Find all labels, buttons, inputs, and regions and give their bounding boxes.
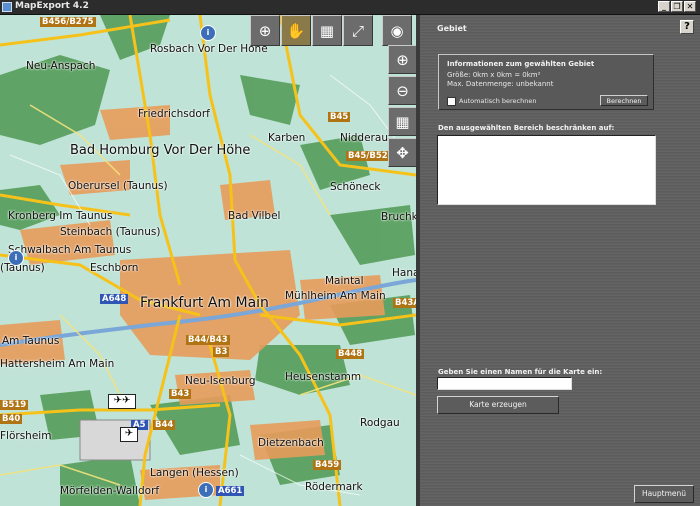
city-label: Dietzenbach bbox=[258, 437, 324, 449]
create-map-button[interactable]: Karte erzeugen bbox=[437, 396, 559, 414]
city-label: Schöneck bbox=[330, 181, 381, 193]
city-label: Rodgau bbox=[360, 417, 400, 429]
map-canvas bbox=[0, 15, 416, 506]
panel-title: Gebiet bbox=[437, 24, 467, 33]
city-label: Frankfurt Am Main bbox=[140, 295, 269, 311]
city-label: Steinbach (Taunus) bbox=[60, 226, 161, 238]
airport-icon: ✈✈ bbox=[108, 394, 136, 409]
minimize-button[interactable]: _ bbox=[658, 1, 670, 12]
map-toolbar: ⊕ ✋ ▦ ⤢ ◉ bbox=[250, 15, 413, 46]
city-label: Flörsheim bbox=[0, 430, 52, 442]
rotate-tool-icon[interactable]: ⤢ bbox=[343, 15, 373, 46]
window-controls: _ ❐ ✕ bbox=[658, 1, 696, 12]
road-label: B456/B275 bbox=[40, 17, 96, 27]
close-button[interactable]: ✕ bbox=[684, 1, 696, 12]
city-label: Nidderau bbox=[340, 132, 388, 144]
map-side-toolbar: ⊕ ⊖ ▦ ✥ bbox=[388, 45, 417, 169]
map-marker-icon[interactable]: i bbox=[198, 482, 214, 498]
road-label: B43 bbox=[169, 389, 192, 399]
select-area-tool-icon[interactable]: ▦ bbox=[312, 15, 342, 46]
map-view[interactable]: Rosbach Vor Der Höhe Neu-Anspach Friedri… bbox=[0, 15, 416, 506]
city-label: Neu-Isenburg bbox=[185, 375, 256, 387]
city-label: Friedrichsdorf bbox=[138, 108, 210, 120]
road-label: B40 bbox=[0, 414, 23, 424]
zoom-in-icon[interactable]: ⊕ bbox=[388, 45, 417, 74]
road-label: B459 bbox=[313, 460, 342, 470]
map-name-label: Geben Sie einen Namen für die Karte ein: bbox=[438, 368, 603, 376]
city-label: Schwalbach Am Taunus bbox=[8, 244, 132, 256]
city-label: Kronberg Im Taunus bbox=[8, 210, 113, 222]
road-label: B448 bbox=[336, 349, 365, 359]
main-menu-button[interactable]: Hauptmenü bbox=[634, 485, 694, 503]
overview-icon[interactable]: ✥ bbox=[388, 138, 417, 167]
city-label: Eschborn bbox=[90, 262, 139, 274]
restore-button[interactable]: ❐ bbox=[671, 1, 683, 12]
info-size: Größe: 0km x 0km = 0km² bbox=[447, 71, 541, 79]
road-label: B43A bbox=[393, 298, 416, 308]
city-label: Mühlheim Am Main bbox=[285, 290, 386, 302]
city-label: Karben bbox=[268, 132, 306, 144]
city-label: Am Taunus bbox=[2, 335, 60, 347]
help-button[interactable]: ? bbox=[680, 20, 694, 34]
info-data-amount: Max. Datenmenge: unbekannt bbox=[447, 80, 554, 88]
calculate-button[interactable]: Berechnen bbox=[600, 95, 648, 106]
city-label: Rödermark bbox=[305, 481, 363, 493]
map-marker-icon[interactable]: i bbox=[8, 250, 24, 266]
grid-icon[interactable]: ▦ bbox=[388, 107, 417, 136]
info-tool-icon[interactable]: ◉ bbox=[382, 15, 412, 46]
city-label: Mörfelden-Walldorf bbox=[60, 485, 160, 497]
city-label: Heusenstamm bbox=[285, 371, 362, 383]
area-panel: Gebiet ? Informationen zum gewählten Geb… bbox=[420, 15, 700, 506]
airport-icon: ✈ bbox=[120, 427, 138, 442]
city-label: Oberursel (Taunus) bbox=[68, 180, 168, 192]
road-label: B3 bbox=[213, 347, 230, 357]
area-info-box: Informationen zum gewählten Gebiet Größe… bbox=[438, 54, 654, 110]
road-label: B44/B43 bbox=[186, 335, 230, 345]
city-label: Bruchköbel bbox=[381, 211, 416, 223]
city-label: (Taunus) bbox=[0, 262, 45, 274]
city-label: Bad Homburg Vor Der Höhe bbox=[70, 143, 251, 158]
restrict-list[interactable] bbox=[437, 135, 656, 205]
app-icon bbox=[2, 2, 12, 12]
title-bar: MapExport 4.2 _ ❐ ✕ bbox=[0, 0, 700, 15]
road-label: A661 bbox=[216, 486, 245, 496]
city-label: Hattersheim Am Main bbox=[0, 358, 115, 370]
city-label: Bad Vilbel bbox=[228, 210, 281, 222]
pan-tool-icon[interactable]: ✋ bbox=[281, 15, 311, 46]
info-heading: Informationen zum gewählten Gebiet bbox=[447, 60, 595, 68]
road-label: A648 bbox=[100, 294, 129, 304]
zoom-out-icon[interactable]: ⊖ bbox=[388, 76, 417, 105]
window-title: MapExport 4.2 bbox=[15, 1, 89, 11]
road-label: B519 bbox=[0, 400, 29, 410]
map-name-input[interactable] bbox=[437, 377, 572, 390]
road-label: B44 bbox=[153, 420, 176, 430]
city-label: Maintal bbox=[325, 275, 364, 287]
restrict-label: Den ausgewählten Bereich beschränken auf… bbox=[438, 124, 615, 132]
zoom-window-tool-icon[interactable]: ⊕ bbox=[250, 15, 280, 46]
city-label: Neu-Anspach bbox=[26, 60, 96, 72]
road-label: B45 bbox=[328, 112, 351, 122]
auto-calc-checkbox[interactable] bbox=[447, 97, 456, 106]
auto-calc-label: Automatisch berechnen bbox=[459, 97, 537, 105]
map-marker-icon[interactable]: i bbox=[200, 25, 216, 41]
city-label: Hanau bbox=[392, 267, 416, 279]
city-label: Langen (Hessen) bbox=[150, 467, 239, 479]
